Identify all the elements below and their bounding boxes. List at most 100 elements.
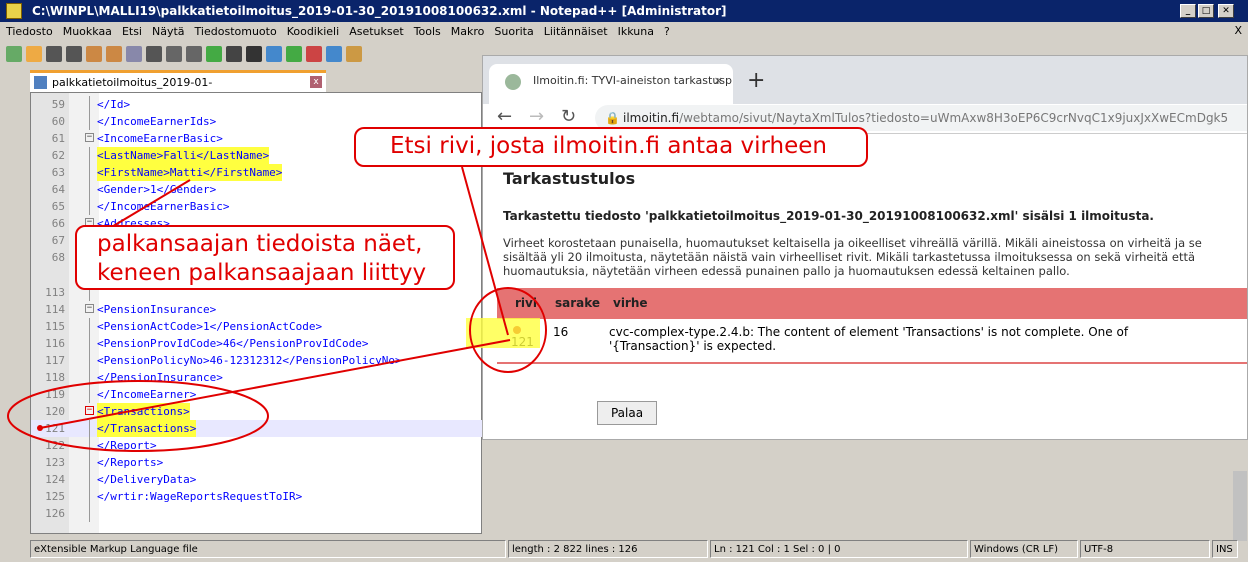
fold-line — [89, 96, 90, 113]
fold-line — [89, 471, 90, 488]
fold-line — [89, 113, 90, 130]
line-number: 116 — [45, 337, 65, 350]
code-text: </Report> — [97, 439, 157, 452]
code-line[interactable]: 64 <Gender>1</Gender> — [31, 181, 483, 198]
toolbar-button[interactable] — [66, 46, 82, 62]
code-line[interactable]: 118 </PensionInsurance> — [31, 369, 483, 386]
code-line[interactable]: 116 <PensionProvIdCode>46</PensionProvIdC… — [31, 335, 483, 352]
cell-sarake: 16 — [553, 325, 569, 339]
menu-item[interactable]: Liitännäiset — [544, 22, 608, 42]
fold-line — [89, 181, 90, 198]
code-line[interactable]: 122 </Report> — [31, 437, 483, 454]
toolbar-button[interactable] — [206, 46, 222, 62]
reload-icon[interactable]: ↻ — [561, 106, 576, 127]
code-text: </Reports> — [97, 456, 164, 469]
line-number: 61 — [51, 132, 65, 145]
tab-close-icon[interactable]: x — [310, 76, 322, 88]
toolbar-button[interactable] — [266, 46, 282, 62]
toolbar-button[interactable] — [86, 46, 102, 62]
fold-toggle-icon[interactable]: − — [85, 406, 94, 415]
code-text: <PensionPolicyNo>46-12312312</PensionPol… — [97, 354, 402, 367]
close-document-x[interactable]: X — [1234, 24, 1242, 37]
status-bar: eXtensible Markup Language file length :… — [30, 540, 1248, 558]
code-text: </wrtir:WageReportsRequestToIR> — [97, 490, 303, 503]
code-line[interactable]: 121 </Transactions> — [31, 420, 483, 437]
scrollbar[interactable] — [1233, 471, 1247, 541]
code-line[interactable]: 120 − <Transactions> — [31, 403, 483, 420]
code-line[interactable]: 65 </IncomeEarnerBasic> — [31, 198, 483, 215]
menu-item[interactable]: Tiedosto — [6, 22, 53, 42]
toolbar-button[interactable] — [126, 46, 142, 62]
new-tab-button[interactable]: + — [747, 68, 765, 93]
menu-item[interactable]: Asetukset — [349, 22, 404, 42]
code-line[interactable]: 124 </DeliveryData> — [31, 471, 483, 488]
menu-item[interactable]: Koodikieli — [287, 22, 339, 42]
toolbar-button[interactable] — [146, 46, 162, 62]
fold-toggle-icon[interactable]: − — [85, 304, 94, 313]
code-line[interactable]: 117 <PensionPolicyNo>46-12312312</Pension… — [31, 352, 483, 369]
menu-item[interactable]: Tools — [414, 22, 441, 42]
table-row: 121 16 cvc-complex-type.2.4.b: The conte… — [497, 320, 1247, 364]
fold-line — [89, 147, 90, 164]
code-text: <PensionActCode>1</PensionActCode> — [97, 320, 323, 333]
page-heading: Tarkastustulos — [503, 169, 636, 188]
forward-icon[interactable]: → — [529, 106, 544, 127]
toolbar-button[interactable] — [306, 46, 322, 62]
code-line[interactable]: 114 − <PensionInsurance> — [31, 301, 483, 318]
code-line[interactable]: 119 </IncomeEarner> — [31, 386, 483, 403]
code-line[interactable]: 125 </wrtir:WageReportsRequestToIR> — [31, 488, 483, 505]
toolbar-button[interactable] — [346, 46, 362, 62]
toolbar-button[interactable] — [106, 46, 122, 62]
fold-line — [89, 198, 90, 215]
code-text: </PensionInsurance> — [97, 371, 223, 384]
notepadpp-icon — [6, 3, 22, 19]
code-text: <PensionInsurance> — [97, 303, 217, 316]
tab-close-icon[interactable]: × — [714, 64, 723, 98]
line-number: 126 — [45, 507, 65, 520]
fold-line — [89, 437, 90, 454]
code-line[interactable]: 126 — [31, 505, 483, 522]
toolbar-button[interactable] — [286, 46, 302, 62]
toolbar-button[interactable] — [226, 46, 242, 62]
fold-line — [89, 505, 90, 522]
maximize-button[interactable]: □ — [1198, 4, 1214, 18]
col-rivi: rivi — [515, 296, 537, 310]
toolbar-button[interactable] — [26, 46, 42, 62]
browser-tab[interactable]: Ilmoitin.fi: TYVI-aineiston tarkastusp × — [489, 64, 733, 104]
minimize-button[interactable]: _ — [1180, 4, 1196, 18]
toolbar-button[interactable] — [326, 46, 342, 62]
toolbar-button[interactable] — [46, 46, 62, 62]
status-eol: Windows (CR LF) — [970, 540, 1078, 558]
code-line[interactable]: 123 </Reports> — [31, 454, 483, 471]
close-button[interactable]: ✕ — [1218, 4, 1234, 18]
menu-item[interactable]: Näytä — [152, 22, 185, 42]
fold-line — [89, 335, 90, 352]
palaa-button[interactable]: Palaa — [597, 401, 657, 425]
menu-item[interactable]: Makro — [451, 22, 485, 42]
code-text: </IncomeEarnerIds> — [97, 115, 217, 128]
line-number: 122 — [45, 439, 65, 452]
line-number: 68 — [51, 251, 65, 264]
toolbar-button[interactable] — [246, 46, 262, 62]
back-icon[interactable]: ← — [497, 106, 512, 127]
line-number: 62 — [51, 149, 65, 162]
fold-line — [89, 488, 90, 505]
menu-item[interactable]: Tiedostomuoto — [195, 22, 277, 42]
fold-toggle-icon[interactable]: − — [85, 133, 94, 142]
window-title: C:\WINPL\MALLI19\palkkatietoilmoitus_201… — [32, 4, 727, 18]
menu-item[interactable]: Suorita — [494, 22, 533, 42]
menu-item[interactable]: Etsi — [122, 22, 142, 42]
toolbar-button[interactable] — [6, 46, 22, 62]
cell-virhe: cvc-complex-type.2.4.b: The content of e… — [609, 325, 1129, 353]
file-tab[interactable]: palkkatietoilmoitus_2019-01-30_201910081… — [30, 70, 326, 108]
callout-left: palkansaajan tiedoista näet, keneen palk… — [75, 225, 455, 290]
menu-item[interactable]: Ikkuna — [618, 22, 654, 42]
toolbar-button[interactable] — [166, 46, 182, 62]
code-line[interactable]: 115 <PensionActCode>1</PensionActCode> — [31, 318, 483, 335]
menu-item[interactable]: Muokkaa — [63, 22, 112, 42]
col-virhe: virhe — [613, 296, 648, 310]
toolbar-button[interactable] — [186, 46, 202, 62]
menu-item[interactable]: ? — [664, 22, 670, 42]
code-line[interactable]: 59 </Id> — [31, 96, 483, 113]
line-number: 115 — [45, 320, 65, 333]
